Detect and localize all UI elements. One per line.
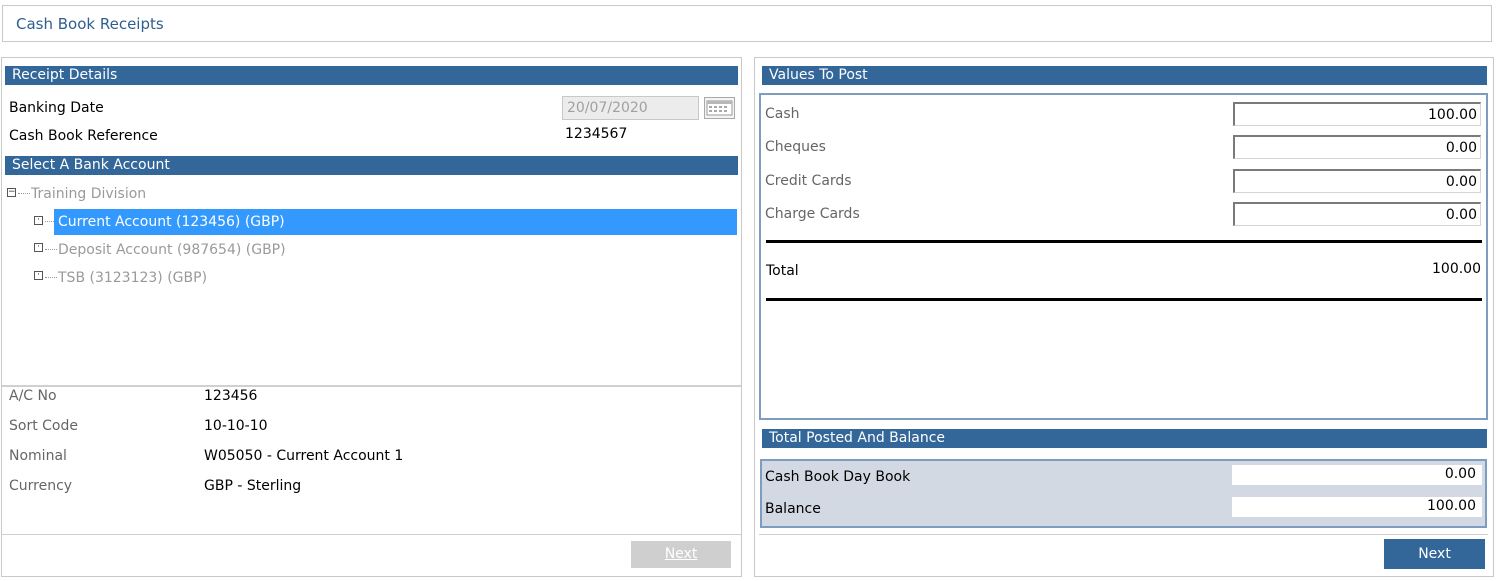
cheques-input[interactable]: 0.00 (1233, 135, 1481, 159)
tree-leaf-icon: · (34, 243, 43, 252)
tree-connector (18, 193, 30, 194)
charge-cards-input[interactable]: 0.00 (1233, 202, 1481, 226)
banking-date-input[interactable]: 20/07/2020 (562, 96, 699, 120)
charge-cards-label: Charge Cards (765, 206, 860, 222)
next-button-disabled[interactable]: Next (631, 541, 731, 568)
tree-leaf-icon: · (34, 216, 43, 225)
tree-root-training-division[interactable]: Training Division (31, 186, 146, 202)
cash-book-reference-label: Cash Book Reference (9, 128, 158, 144)
tree-connector (45, 277, 57, 278)
nominal-value: W05050 - Current Account 1 (204, 448, 404, 464)
total-divider-top (766, 240, 1482, 243)
values-to-post-header: Values To Post (762, 66, 1487, 85)
calendar-icon (706, 100, 733, 116)
right-footer-separator (759, 534, 1488, 535)
footer-separator (2, 534, 741, 535)
tree-item-tsb[interactable]: TSB (3123123) (GBP) (58, 270, 207, 286)
select-bank-account-header: Select A Bank Account (5, 156, 738, 175)
calendar-button[interactable] (704, 97, 735, 119)
page-title-bar: Cash Book Receipts (2, 5, 1492, 42)
cheques-label: Cheques (765, 139, 826, 155)
day-book-value: 0.00 (1232, 465, 1482, 485)
currency-label: Currency (9, 478, 73, 494)
tree-leaf-icon: · (34, 271, 43, 280)
cash-label: Cash (765, 106, 800, 122)
total-divider-bottom (766, 298, 1482, 301)
total-label: Total (766, 263, 799, 279)
collapse-icon[interactable]: − (7, 188, 16, 197)
total-value: 100.00 (1432, 261, 1481, 277)
credit-cards-input[interactable]: 0.00 (1233, 169, 1481, 193)
cash-book-reference-value: 1234567 (565, 126, 628, 142)
balance-label: Balance (765, 501, 821, 517)
sort-code-value: 10-10-10 (204, 418, 268, 434)
sort-code-label: Sort Code (9, 418, 78, 434)
tree-item-current-account[interactable]: Current Account (123456) (GBP) (54, 209, 737, 235)
credit-cards-label: Credit Cards (765, 173, 852, 189)
cash-input[interactable]: 100.00 (1233, 102, 1481, 126)
ac-no-label: A/C No (9, 388, 57, 404)
tree-item-deposit-account[interactable]: Deposit Account (987654) (GBP) (58, 242, 286, 258)
page-title: Cash Book Receipts (16, 15, 164, 33)
currency-value: GBP - Sterling (204, 478, 302, 494)
next-button[interactable]: Next (1384, 539, 1485, 569)
banking-date-label: Banking Date (9, 100, 104, 116)
tree-separator (2, 385, 741, 387)
tree-connector (45, 221, 54, 222)
total-posted-header: Total Posted And Balance (762, 429, 1487, 448)
tree-connector (45, 249, 57, 250)
receipt-details-header: Receipt Details (5, 66, 738, 85)
day-book-label: Cash Book Day Book (765, 469, 911, 485)
nominal-label: Nominal (9, 448, 67, 464)
ac-no-value: 123456 (204, 388, 258, 404)
balance-value: 100.00 (1232, 497, 1482, 517)
